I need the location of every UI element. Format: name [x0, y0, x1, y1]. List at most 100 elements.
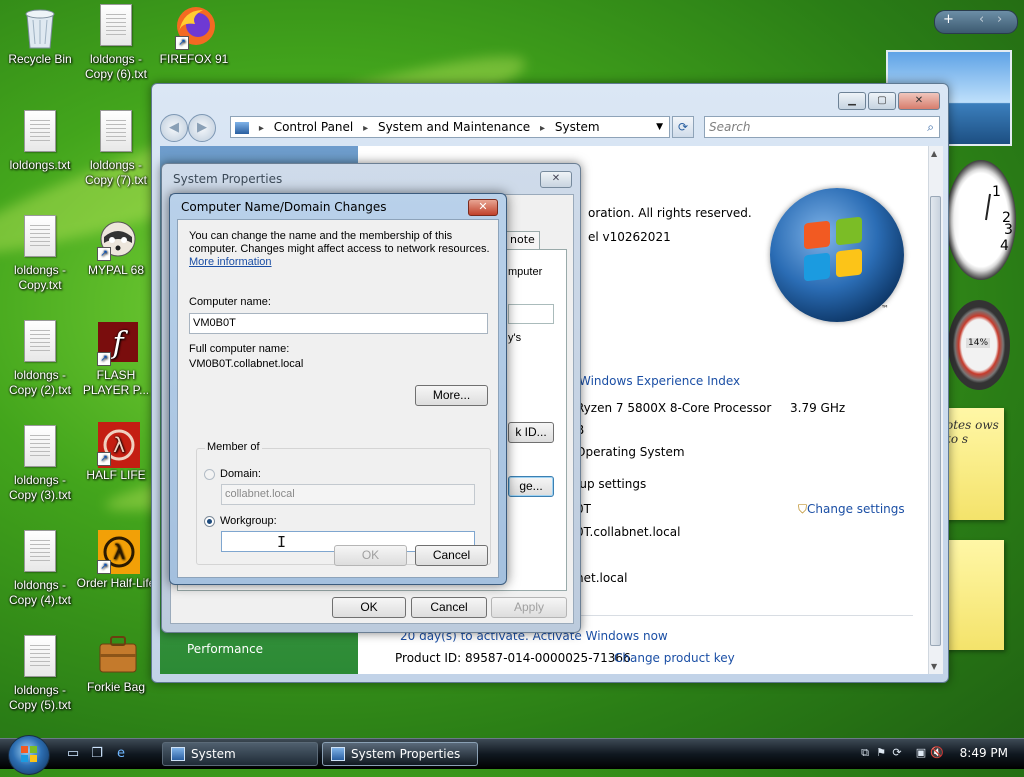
- clock-gadget[interactable]: 1 2 4 3: [946, 160, 1016, 280]
- desktop-icon-recycle-bin[interactable]: Recycle Bin: [0, 4, 80, 67]
- scrollbar-thumb[interactable]: [930, 196, 941, 646]
- ok-button[interactable]: OK: [334, 545, 407, 566]
- desktop-icon-mypal[interactable]: ↗ MYPAL 68: [76, 215, 156, 278]
- desktop-icon-label: Forkie Bag: [86, 680, 146, 694]
- desktop-icon-label: FIREFOX 91: [159, 52, 229, 66]
- more-button[interactable]: More...: [415, 385, 488, 406]
- switch-windows-icon[interactable]: ❐: [88, 745, 106, 763]
- internet-explorer-icon[interactable]: e: [112, 745, 130, 763]
- breadcrumb-system[interactable]: System: [555, 120, 600, 134]
- description-input[interactable]: [508, 304, 554, 324]
- desktop-icon-text-file[interactable]: loldongs - Copy (6).txt: [76, 4, 156, 82]
- action-center-icon[interactable]: ⚑: [874, 746, 888, 760]
- copyright-text: oration. All rights reserved.: [588, 206, 752, 220]
- vertical-scrollbar[interactable]: ▲ ▼: [928, 146, 943, 674]
- scroll-up-icon[interactable]: ▲: [931, 149, 937, 158]
- update-icon[interactable]: ⟳: [890, 746, 904, 760]
- cancel-button[interactable]: Cancel: [415, 545, 488, 566]
- notification-area: ⧉ ⚑ ⟳ ▣ 🔇 8:49 PM: [854, 739, 1024, 769]
- text-file-icon: [24, 215, 56, 257]
- change-button[interactable]: ge...: [508, 476, 554, 497]
- ok-button[interactable]: OK: [332, 597, 406, 618]
- desktop-icon-label: loldongs - Copy (5).txt: [8, 683, 71, 712]
- shield-icon: ⛉: [798, 502, 808, 516]
- shortcut-arrow-icon: ↗: [175, 36, 189, 50]
- close-button[interactable]: ✕: [898, 92, 940, 110]
- change-settings-link[interactable]: ⛉Change settings: [798, 502, 905, 517]
- refresh-button[interactable]: ⟳: [672, 116, 694, 138]
- cpu-meter-gadget[interactable]: 14%: [948, 300, 1010, 390]
- close-button[interactable]: ✕: [468, 199, 498, 216]
- system-type: Operating System: [576, 445, 685, 459]
- more-information-link[interactable]: More information: [189, 256, 272, 269]
- network-icon[interactable]: ⧉: [858, 746, 872, 760]
- computer-name-input[interactable]: VM0B0T: [189, 313, 488, 334]
- minimize-button[interactable]: ▁: [838, 92, 866, 110]
- taskbar-item-system[interactable]: System: [162, 742, 318, 766]
- forward-button[interactable]: ▶: [188, 114, 216, 142]
- previous-gadget-button[interactable]: ‹: [979, 12, 984, 27]
- desktop-icon-text-file[interactable]: loldongs - Copy (2).txt: [0, 320, 80, 398]
- desktop-icon-order-half-life[interactable]: λ ↗ Order Half-Life: [76, 528, 156, 591]
- close-button[interactable]: ✕: [540, 171, 572, 188]
- svg-text:λ: λ: [113, 540, 125, 564]
- performance-link[interactable]: Performance: [187, 642, 263, 656]
- address-bar[interactable]: ▸ Control Panel ▸ System and Maintenance…: [230, 116, 670, 138]
- processor-speed: 3.79 GHz: [790, 401, 846, 415]
- processor-name: Ryzen 7 5800X 8-Core Processor: [576, 401, 772, 415]
- apply-button[interactable]: Apply: [491, 597, 567, 618]
- desktop-icon-text-file[interactable]: loldongs - Copy (4).txt: [0, 530, 80, 608]
- desktop-icon-label: loldongs - Copy (2).txt: [8, 368, 71, 397]
- desktop-icon-forkie-bag[interactable]: Forkie Bag: [76, 632, 156, 695]
- back-button[interactable]: ◀: [160, 114, 188, 142]
- scroll-down-icon[interactable]: ▼: [931, 662, 937, 671]
- desktop-icon-text-file[interactable]: loldongs - Copy.txt: [0, 215, 80, 293]
- desktop-icon-half-life[interactable]: λ ↗ HALF LIFE: [76, 420, 156, 483]
- next-gadget-button[interactable]: ›: [997, 12, 1002, 27]
- dialog-title: Computer Name/Domain Changes: [181, 200, 387, 214]
- breadcrumb-system-maintenance[interactable]: System and Maintenance: [378, 120, 530, 134]
- windows-experience-index-link[interactable]: Windows Experience Index: [579, 374, 740, 388]
- note-text: otes ows to s: [946, 418, 999, 446]
- desktop-icon-flash-player[interactable]: f ↗ FLASH PLAYER P...: [76, 320, 156, 398]
- text-fragment: y's: [508, 332, 522, 344]
- desktop-icon-text-file[interactable]: loldongs - Copy (5).txt: [0, 635, 80, 713]
- taskbar-item-label: System Properties: [351, 747, 461, 761]
- start-button[interactable]: [8, 735, 50, 775]
- breadcrumb-control-panel[interactable]: Control Panel: [274, 120, 354, 134]
- desktop-icon-text-file[interactable]: loldongs - Copy (7).txt: [76, 110, 156, 188]
- search-input[interactable]: Search ⌕: [704, 116, 940, 138]
- desktop-icon-label: Order Half-Life: [76, 576, 156, 590]
- domain-input[interactable]: collabnet.local: [221, 484, 475, 505]
- taskbar-item-system-properties[interactable]: System Properties: [322, 742, 478, 766]
- shortcut-arrow-icon: ↗: [97, 247, 111, 261]
- chevron-down-icon[interactable]: ▼: [656, 117, 663, 137]
- text-file-icon: [100, 110, 132, 152]
- clock[interactable]: 8:49 PM: [960, 746, 1008, 760]
- workgroup-radio[interactable]: [204, 516, 215, 527]
- notes-gadget[interactable]: [942, 540, 1004, 650]
- desktop-icon-text-file[interactable]: loldongs.txt: [0, 110, 80, 173]
- change-product-key-link[interactable]: Change product key: [614, 651, 735, 665]
- tab-remote[interactable]: note: [505, 231, 540, 249]
- breadcrumb-separator-icon: ▸: [540, 123, 546, 134]
- volume-muted-icon[interactable]: 🔇: [930, 746, 944, 760]
- network-id-button[interactable]: k ID...: [508, 422, 554, 443]
- maximize-button[interactable]: ▢: [868, 92, 896, 110]
- shortcut-arrow-icon: ↗: [97, 560, 111, 574]
- computer-name-dialog[interactable]: Computer Name/Domain Changes ✕ You can c…: [169, 193, 507, 585]
- notes-gadget[interactable]: otes ows to s: [942, 408, 1004, 520]
- domain-radio[interactable]: [204, 469, 215, 480]
- sidebar-controls: + ‹ ›: [934, 10, 1018, 34]
- full-name-value: VM0B0T.collabnet.local: [189, 358, 304, 370]
- connection-icon[interactable]: ▣: [914, 746, 928, 760]
- add-gadget-button[interactable]: +: [943, 12, 954, 27]
- show-desktop-icon[interactable]: ▭: [64, 745, 82, 763]
- svg-text:λ: λ: [113, 433, 125, 457]
- desktop-icon-text-file[interactable]: loldongs - Copy (3).txt: [0, 425, 80, 503]
- search-icon[interactable]: ⌕: [927, 117, 934, 137]
- desktop-icon-firefox[interactable]: ↗ FIREFOX 91: [154, 4, 234, 67]
- cancel-button[interactable]: Cancel: [411, 597, 487, 618]
- flash-icon: f ↗: [95, 320, 138, 366]
- desktop-icon-label: Recycle Bin: [8, 52, 72, 66]
